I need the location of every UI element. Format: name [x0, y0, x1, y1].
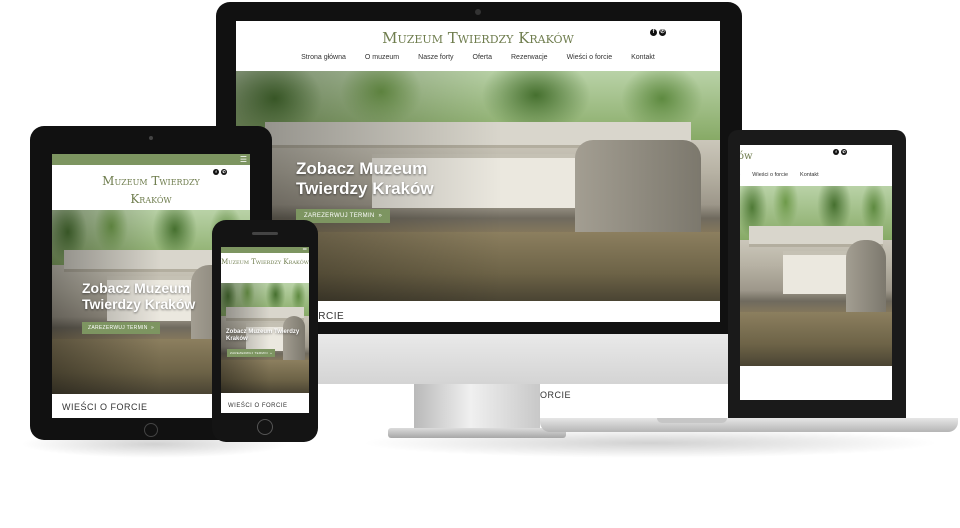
phone-home-button[interactable]	[257, 419, 273, 435]
tablet-social-links: f ✆	[213, 169, 227, 175]
nav-offer[interactable]: Oferta	[473, 54, 492, 61]
laptop-brand-fragment: ów	[740, 151, 753, 162]
tablet-hero-title-line2: Twierdzy Kraków	[82, 296, 196, 313]
double-chevron-right-icon: »	[376, 213, 383, 219]
phone-top-bar: ☰	[221, 247, 309, 253]
hero-title: Zobacz Muzeum Twierdzy Kraków	[296, 159, 434, 198]
reserve-button-label: ZAREZERWUJ TERMIN	[304, 213, 375, 219]
laptop: ów f ✆ ie Wieści o forcie Kontakt	[728, 130, 906, 422]
phone-screen: ☰ Muzeum Twierdzy Kraków Zobacz Muzeum T…	[221, 247, 309, 413]
laptop-hero-image	[740, 186, 892, 366]
social-links: f ✆	[650, 29, 666, 36]
facebook-icon[interactable]: f	[833, 149, 839, 155]
nav-home[interactable]: Strona główna	[301, 54, 346, 61]
facebook-icon[interactable]: f	[213, 169, 219, 175]
main-nav: Strona główna O muzeum Nasze forty Ofert…	[236, 54, 720, 61]
laptop-base	[540, 418, 958, 432]
tablet-section-news-title: WIEŚCI O FORCIE	[62, 402, 148, 412]
tablet-reserve-button[interactable]: ZAREZERWUJ TERMIN »	[82, 322, 161, 334]
nav-about[interactable]: O muzeum	[365, 54, 399, 61]
double-chevron-right-icon: »	[268, 351, 273, 355]
whatsapp-icon[interactable]: ✆	[659, 29, 666, 36]
tablet-home-button[interactable]	[144, 423, 158, 437]
site-brand[interactable]: Muzeum Twierdzy Kraków	[236, 29, 720, 47]
whatsapp-icon[interactable]: ✆	[841, 149, 847, 155]
nav-forts[interactable]: Nasze forty	[418, 54, 453, 61]
laptop-section-news-title: ORCIE	[540, 390, 572, 400]
tablet-camera	[149, 136, 153, 140]
facebook-icon[interactable]: f	[650, 29, 657, 36]
tablet-reserve-button-label: ZAREZERWUJ TERMIN	[88, 325, 148, 331]
phone-hero-title-line2: Kraków	[226, 335, 248, 342]
laptop-nav: ie Wieści o forcie Kontakt	[740, 172, 819, 178]
phone-speaker	[252, 232, 278, 235]
laptop-notch	[657, 418, 727, 423]
monitor-stand-neck	[414, 384, 540, 428]
phone-brand[interactable]: Muzeum Twierdzy Kraków	[221, 257, 309, 268]
phone-section-news-title: WIEŚCI O FORCIE	[228, 403, 288, 409]
whatsapp-icon[interactable]: ✆	[221, 169, 227, 175]
tablet-hero-title: Zobacz Muzeum Twierdzy Kraków	[82, 280, 195, 312]
laptop-social-links: f ✆	[833, 149, 847, 155]
phone-hero-title: Zobacz Muzeum Twierdzy Kraków	[226, 329, 299, 343]
nav-contact[interactable]: Kontakt	[631, 54, 655, 61]
double-chevron-right-icon: »	[149, 325, 155, 331]
monitor-stand-base	[388, 428, 566, 438]
smartphone: ☰ Muzeum Twierdzy Kraków Zobacz Muzeum T…	[212, 220, 318, 442]
monitor-camera	[475, 9, 481, 15]
laptop-screen: ów f ✆ ie Wieści o forcie Kontakt	[740, 145, 892, 400]
hero-title-line2: Twierdzy Kraków	[296, 178, 434, 198]
hamburger-icon[interactable]: ☰	[303, 247, 307, 253]
nav-reservations[interactable]: Rezerwacje	[511, 54, 548, 61]
laptop-nav-news[interactable]: Wieści o forcie	[752, 172, 788, 178]
tablet-brand-line2: Kraków	[130, 192, 172, 206]
tablet-hero-title-line1: Zobacz Muzeum	[82, 280, 191, 296]
nav-news[interactable]: Wieści o forcie	[567, 54, 613, 61]
hamburger-icon[interactable]: ☰	[240, 155, 247, 164]
laptop-nav-contact[interactable]: Kontakt	[800, 172, 819, 178]
hero-title-line1: Zobacz Muzeum	[296, 159, 428, 178]
phone-reserve-button-label: ZAREZERWUJ TERMIN	[230, 351, 268, 355]
phone-hero-title-line1: Zobacz Muzeum Twierdzy	[226, 329, 300, 335]
tablet-brand[interactable]: Muzeum Twierdzy Kraków	[52, 172, 250, 208]
phone-reserve-button[interactable]: ZAREZERWUJ TERMIN »	[227, 349, 276, 357]
tablet-top-bar: ☰	[52, 154, 250, 165]
